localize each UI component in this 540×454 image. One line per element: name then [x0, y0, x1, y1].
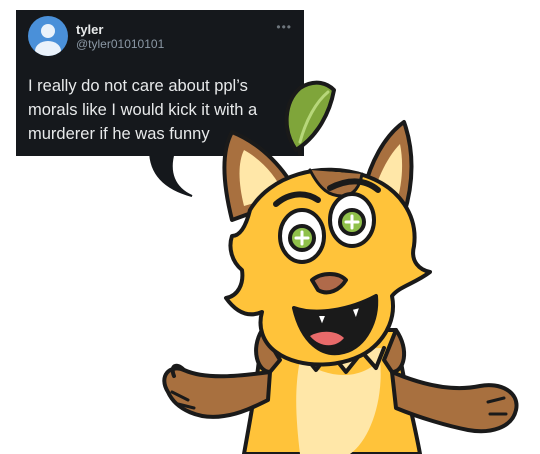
cartoon-fox-shrugging-icon [162, 80, 519, 454]
